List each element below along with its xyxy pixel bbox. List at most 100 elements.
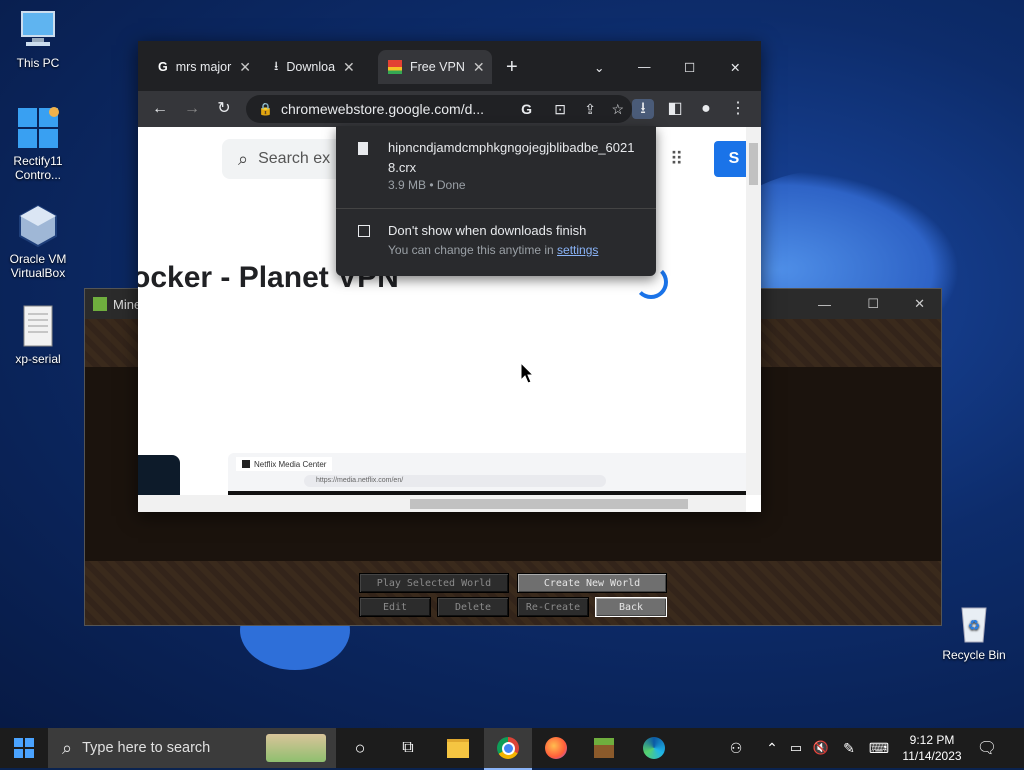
- task-view-icon[interactable]: ⧉: [388, 728, 428, 768]
- desktop-icon-this-pc[interactable]: This PC: [0, 8, 76, 70]
- cortana-icon[interactable]: ○: [340, 728, 380, 768]
- windows-logo-icon: [14, 738, 34, 758]
- people-icon[interactable]: ⚇: [724, 728, 748, 768]
- taskbar-search-placeholder: Type here to search: [82, 740, 211, 756]
- windows-tiles-icon: [16, 106, 60, 150]
- tab-free-vpn[interactable]: Free VPN ✕: [378, 50, 492, 84]
- desktop-icon-xp-serial[interactable]: xp-serial: [0, 304, 76, 366]
- close-icon[interactable]: ✕: [239, 59, 251, 76]
- search-icon: ⌕: [238, 148, 249, 169]
- show-hidden-icons-chevron-icon[interactable]: ⌃: [762, 728, 782, 768]
- dont-show-checkbox[interactable]: [358, 225, 370, 237]
- grass-block-icon: [594, 738, 614, 758]
- minecraft-taskbar-icon[interactable]: [582, 728, 626, 768]
- netflix-icon: [242, 460, 250, 468]
- chrome-taskbar-icon[interactable]: [484, 728, 532, 770]
- store-search-placeholder: Search ex: [258, 150, 331, 167]
- tab-search-chevron-icon[interactable]: ⌄: [594, 50, 608, 84]
- vertical-scrollbar[interactable]: [746, 127, 761, 495]
- download-filename[interactable]: hipncndjamdcmphkgngojegjblibadbe_60218.c…: [388, 138, 642, 178]
- desktop-icon-label: Recycle Bin: [942, 648, 1006, 662]
- volume-muted-icon[interactable]: 🔇: [810, 728, 832, 768]
- close-window-icon[interactable]: ✕: [730, 50, 744, 84]
- notifications-icon[interactable]: 🗨: [974, 728, 1000, 768]
- download-status: 3.9 MB • Done: [388, 178, 466, 192]
- minimize-icon[interactable]: —: [818, 297, 831, 312]
- desktop-icon-label: Rectify11 Contro...: [13, 154, 63, 182]
- start-button[interactable]: [0, 728, 48, 768]
- desktop-icon-recycle-bin[interactable]: ♻ Recycle Bin: [936, 600, 1012, 662]
- translate-icon[interactable]: ⊡: [554, 101, 566, 118]
- horizontal-scrollbar[interactable]: [138, 495, 746, 512]
- divider: [336, 208, 656, 209]
- address-bar[interactable]: 🔒 chromewebstore.google.com/d... G ⊡ ⇪ ☆: [246, 95, 632, 123]
- minecraft-window-title: Mine: [113, 296, 142, 312]
- settings-link[interactable]: settings: [557, 243, 598, 257]
- clock-date: 11/14/2023: [902, 749, 962, 763]
- close-icon[interactable]: ✕: [343, 59, 355, 76]
- clock[interactable]: 9:12 PM 11/14/2023: [896, 728, 968, 768]
- desktop-icon-label: xp-serial: [15, 352, 61, 366]
- network-icon[interactable]: ▭: [786, 728, 806, 768]
- taskbar: ⌕ Type here to search ○ ⧉ ⚇ ⌃ ▭ 🔇 ✎ ⌨ 9:…: [0, 728, 1024, 770]
- tab-downloads[interactable]: ⭳ Downloa ✕: [266, 50, 374, 84]
- desktop-icon-virtualbox[interactable]: Oracle VM VirtualBox: [0, 204, 76, 280]
- forward-arrow-icon[interactable]: →: [182, 99, 202, 119]
- screenshot-preview[interactable]: Netflix Media Center https://media.netfl…: [228, 453, 746, 495]
- search-highlight-image: [266, 734, 326, 762]
- apps-grid-icon[interactable]: ⠿: [670, 149, 683, 170]
- preview-thumbnail[interactable]: [138, 455, 180, 495]
- back-arrow-icon[interactable]: ←: [150, 99, 170, 119]
- edge-taskbar-icon[interactable]: [630, 728, 678, 768]
- tab-mrs-major[interactable]: G mrs major ✕: [150, 50, 258, 84]
- chrome-window: G mrs major ✕ ⭳ Downloa ✕ Free VPN ✕ + ⌄…: [138, 41, 761, 512]
- chrome-logo-icon: [497, 737, 519, 759]
- desktop-icon-label: This PC: [16, 56, 60, 70]
- edit-world-button[interactable]: Edit: [359, 597, 431, 617]
- computer-icon: [16, 8, 60, 52]
- profile-avatar-icon[interactable]: ●: [696, 99, 716, 119]
- side-panel-icon[interactable]: ◧: [665, 99, 685, 119]
- text-file-icon: [16, 304, 60, 348]
- menu-dots-icon[interactable]: ⋮: [728, 99, 748, 119]
- back-button[interactable]: Back: [595, 597, 667, 617]
- vertical-scroll-thumb[interactable]: [749, 143, 758, 185]
- preview-tab: Netflix Media Center: [236, 457, 333, 471]
- pen-icon[interactable]: ✎: [838, 728, 860, 768]
- maximize-icon[interactable]: ☐: [867, 296, 879, 312]
- firefox-taskbar-icon[interactable]: [534, 728, 578, 768]
- dont-show-label: Don't show when downloads finish: [388, 223, 587, 238]
- delete-world-button[interactable]: Delete: [437, 597, 509, 617]
- recreate-world-button[interactable]: Re-Create: [517, 597, 589, 617]
- download-icon: ⭳: [274, 58, 279, 73]
- keyboard-icon[interactable]: ⌨: [866, 728, 892, 768]
- minecraft-grass-icon: [93, 297, 107, 311]
- firefox-logo-icon: [545, 737, 567, 759]
- downloads-toolbar-icon[interactable]: ⭳: [632, 99, 654, 119]
- maximize-icon[interactable]: ☐: [684, 50, 698, 84]
- file-icon: [358, 142, 368, 155]
- lock-icon: 🔒: [258, 102, 273, 116]
- minecraft-dirt-footer: [85, 561, 941, 625]
- share-icon[interactable]: ⇪: [584, 101, 596, 118]
- sign-in-button[interactable]: S: [714, 141, 746, 177]
- close-icon[interactable]: ✕: [914, 296, 925, 312]
- new-tab-button[interactable]: +: [506, 50, 526, 84]
- tab-label: mrs major: [175, 60, 232, 74]
- file-explorer-icon[interactable]: [436, 728, 480, 768]
- virtualbox-icon: [16, 204, 60, 248]
- minimize-icon[interactable]: —: [638, 50, 652, 84]
- horizontal-scroll-thumb[interactable]: [410, 499, 688, 509]
- svg-text:♻: ♻: [968, 618, 981, 634]
- preview-tab-label: Netflix Media Center: [254, 459, 327, 469]
- settings-hint-text: You can change this anytime in: [388, 243, 554, 257]
- google-lens-icon[interactable]: G: [521, 101, 532, 117]
- play-selected-world-button[interactable]: Play Selected World: [359, 573, 509, 593]
- desktop-icon-rectify11[interactable]: Rectify11 Contro...: [0, 106, 76, 182]
- close-icon[interactable]: ✕: [473, 59, 485, 76]
- bookmark-star-icon[interactable]: ☆: [611, 101, 624, 118]
- reload-icon[interactable]: ↻: [214, 99, 234, 119]
- create-new-world-button[interactable]: Create New World: [517, 573, 667, 593]
- preview-address: https://media.netflix.com/en/: [304, 475, 606, 487]
- taskbar-search-box[interactable]: ⌕ Type here to search: [48, 728, 336, 768]
